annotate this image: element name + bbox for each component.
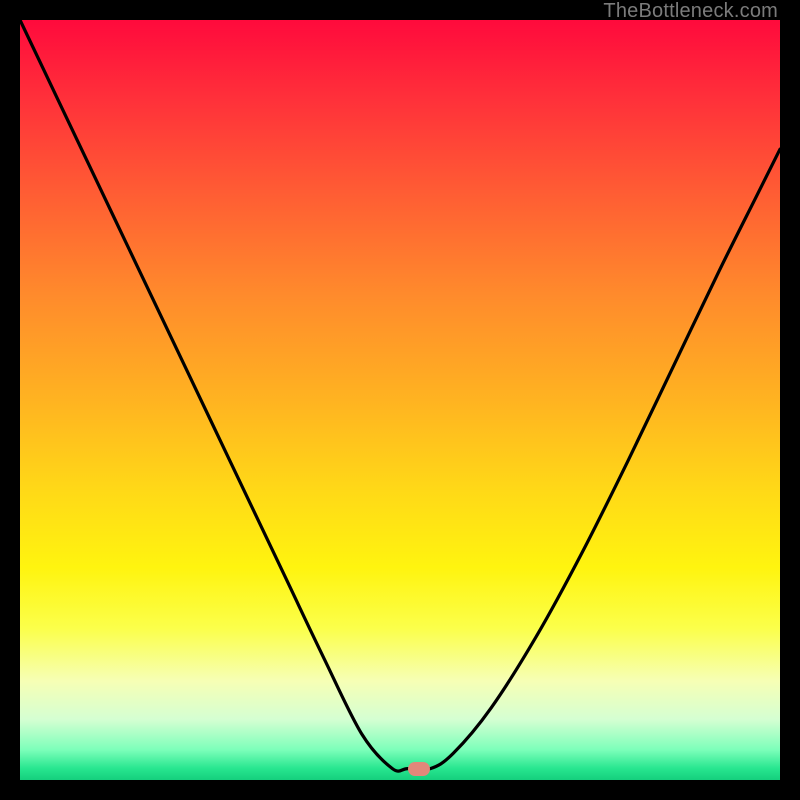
plot-area [20,20,780,780]
chart-frame: TheBottleneck.com [0,0,800,800]
bottleneck-curve [20,20,780,780]
watermark-text: TheBottleneck.com [603,0,778,23]
optimum-marker [408,762,430,776]
